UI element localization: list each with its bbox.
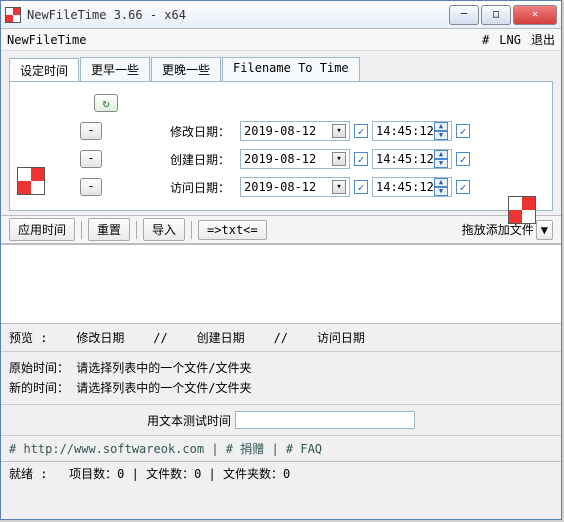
row-create: - 创建日期： 2019-08-12 ▾ ✓ 14:45:12 ▲▼ ✓ — [16, 146, 546, 172]
modify-label: 修改日期： — [106, 123, 236, 140]
status-items: 项目数：0 — [69, 467, 124, 481]
menu-hash[interactable]: # — [482, 33, 489, 47]
tab-earlier[interactable]: 更早一些 — [80, 57, 150, 81]
create-date-checkbox[interactable]: ✓ — [354, 152, 368, 166]
link-website[interactable]: # http://www.softwareok.com — [9, 442, 204, 456]
new-time-value: 请选择列表中的一个文件/文件夹 — [76, 381, 251, 395]
row-access: - 访问日期： 2019-08-12 ▾ ✓ 14:45:12 ▲▼ ✓ — [16, 174, 546, 200]
date-dropdown-icon[interactable]: ▾ — [332, 180, 346, 194]
menubar: NewFileTime # LNG 退出 — [1, 29, 561, 51]
status-files: 文件数：0 — [146, 467, 201, 481]
preview-row: 预览 : 修改日期 // 创建日期 // 访问日期 — [1, 324, 561, 352]
pick-icon-right[interactable] — [508, 196, 536, 224]
tab-set-time[interactable]: 设定时间 — [9, 58, 79, 82]
app-window: NewFileTime 3.66 - x64 ─ □ ✕ NewFileTime… — [0, 0, 562, 520]
menu-exit[interactable]: 退出 — [531, 31, 555, 48]
spin-down-icon[interactable]: ▼ — [434, 131, 448, 140]
modify-time-checkbox[interactable]: ✓ — [456, 124, 470, 138]
test-row: 用文本测试时间 — [1, 404, 561, 436]
modify-date-value: 2019-08-12 — [244, 124, 316, 138]
minimize-button[interactable]: ─ — [449, 5, 479, 25]
orig-time-label: 原始时间： — [9, 361, 69, 375]
create-time-value: 14:45:12 — [376, 152, 434, 166]
access-time-checkbox[interactable]: ✓ — [456, 180, 470, 194]
new-time-label: 新的时间： — [9, 381, 69, 395]
modify-date-input[interactable]: 2019-08-12 ▾ — [240, 121, 350, 141]
links-row: # http://www.softwareok.com | # 捐赠 | # F… — [1, 436, 561, 461]
date-dropdown-icon[interactable]: ▾ — [332, 152, 346, 166]
tab-filename-to-time[interactable]: Filename To Time — [222, 57, 360, 81]
tab-strip: 设定时间 更早一些 更晚一些 Filename To Time — [9, 57, 553, 81]
close-button[interactable]: ✕ — [513, 5, 557, 25]
window-title: NewFileTime 3.66 - x64 — [27, 8, 449, 22]
drag-drop-menu[interactable]: ▼ — [536, 220, 553, 240]
reset-button[interactable]: 重置 — [88, 218, 130, 241]
file-list[interactable] — [1, 244, 561, 324]
spin-up-icon[interactable]: ▲ — [434, 150, 448, 159]
import-button[interactable]: 导入 — [143, 218, 185, 241]
test-input[interactable] — [235, 411, 415, 429]
tab-panel: ↻ - 修改日期： 2019-08-12 ▾ ✓ 14:45:12 ▲▼ ✓ - — [9, 81, 553, 211]
preview-create: 创建日期 — [197, 331, 245, 345]
access-label: 访问日期： — [106, 179, 236, 196]
status-bar: 就绪 : 项目数：0 | 文件数：0 | 文件夹数：0 — [1, 461, 561, 485]
preview-label: 预览 : — [9, 331, 47, 345]
access-time-input[interactable]: 14:45:12 ▲▼ — [372, 177, 452, 197]
orig-time-value: 请选择列表中的一个文件/文件夹 — [76, 361, 251, 375]
date-dropdown-icon[interactable]: ▾ — [332, 124, 346, 138]
action-toolbar: 应用时间 重置 导入 =>txt<= 拖放添加文件 ▼ — [1, 215, 561, 244]
spin-up-icon[interactable]: ▲ — [434, 178, 448, 187]
titlebar[interactable]: NewFileTime 3.66 - x64 ─ □ ✕ — [1, 1, 561, 29]
maximize-button[interactable]: □ — [481, 5, 511, 25]
access-date-input[interactable]: 2019-08-12 ▾ — [240, 177, 350, 197]
modify-time-value: 14:45:12 — [376, 124, 434, 138]
test-label: 用文本测试时间 — [147, 412, 231, 429]
preview-modify: 修改日期 — [76, 331, 124, 345]
access-minus-button[interactable]: - — [80, 178, 102, 196]
create-time-checkbox[interactable]: ✓ — [456, 152, 470, 166]
spin-down-icon[interactable]: ▼ — [434, 159, 448, 168]
link-faq[interactable]: # FAQ — [286, 442, 322, 456]
create-label: 创建日期： — [106, 151, 236, 168]
create-time-input[interactable]: 14:45:12 ▲▼ — [372, 149, 452, 169]
app-icon — [5, 7, 21, 23]
preview-access: 访问日期 — [317, 331, 365, 345]
access-date-checkbox[interactable]: ✓ — [354, 180, 368, 194]
info-block: 原始时间： 请选择列表中的一个文件/文件夹 新的时间： 请选择列表中的一个文件/… — [1, 352, 561, 404]
apply-button[interactable]: 应用时间 — [9, 218, 75, 241]
menu-lng[interactable]: LNG — [499, 33, 521, 47]
link-donate[interactable]: # 捐赠 — [226, 442, 264, 456]
menu-app-name[interactable]: NewFileTime — [7, 33, 86, 47]
status-folders: 文件夹数：0 — [223, 467, 290, 481]
status-ready: 就绪 : — [9, 467, 47, 481]
row-modify: - 修改日期： 2019-08-12 ▾ ✓ 14:45:12 ▲▼ ✓ — [16, 118, 546, 144]
txt-button[interactable]: =>txt<= — [198, 220, 267, 240]
tab-later[interactable]: 更晚一些 — [151, 57, 221, 81]
pick-icon-left[interactable] — [17, 167, 45, 195]
create-date-input[interactable]: 2019-08-12 ▾ — [240, 149, 350, 169]
modify-time-input[interactable]: 14:45:12 ▲▼ — [372, 121, 452, 141]
now-button[interactable]: ↻ — [94, 94, 118, 112]
spin-down-icon[interactable]: ▼ — [434, 187, 448, 196]
create-minus-button[interactable]: - — [80, 150, 102, 168]
access-time-value: 14:45:12 — [376, 180, 434, 194]
modify-date-checkbox[interactable]: ✓ — [354, 124, 368, 138]
create-date-value: 2019-08-12 — [244, 152, 316, 166]
access-date-value: 2019-08-12 — [244, 180, 316, 194]
spin-up-icon[interactable]: ▲ — [434, 122, 448, 131]
modify-minus-button[interactable]: - — [80, 122, 102, 140]
